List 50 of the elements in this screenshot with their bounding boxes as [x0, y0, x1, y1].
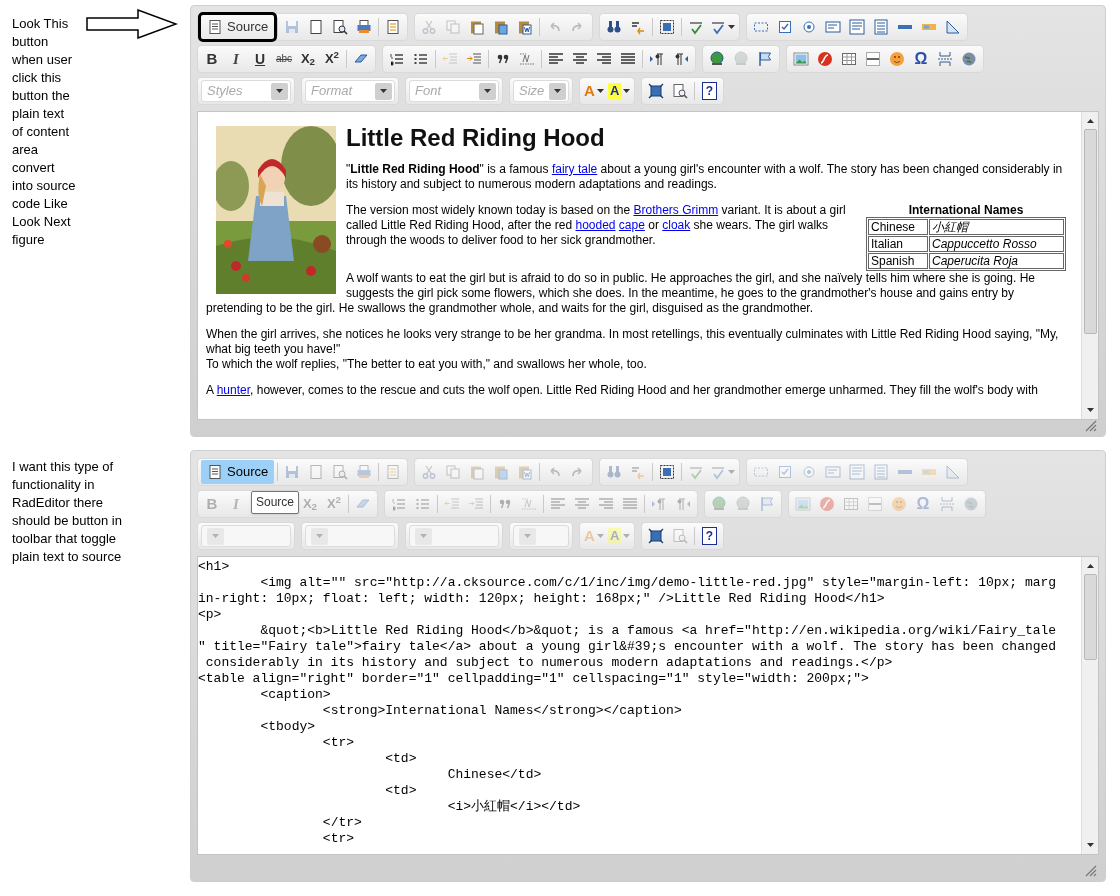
source-line: </tr> [321, 815, 362, 831]
table-caption: International Names [907, 203, 1025, 217]
table-cell: Cappuccetto Rosso [929, 236, 1064, 252]
source-line: Chinese</td> [446, 767, 542, 783]
source-line: <td> [384, 783, 417, 799]
paragraph: When the girl arrives, she notices he looks very strange to be her grandma. In most retellings, this eventually culminates with Little Red Riding Hood saying, "My, what big teeth you have!" To which the wolf replies, "The better to eat you with," and swallows her whole, too. [206, 327, 1059, 371]
source-line: <table align="right" border="1" cellpadding="1" cellspacing="1" style="width: 200px;"> [198, 671, 869, 687]
table-cell: 小紅帽 [929, 219, 1064, 235]
source-line: " title="Fairy tale">fairy tale</a> about a young girl&#39;s encounter with a wolf. The story has been changed [198, 639, 1057, 655]
link[interactable]: fairy tale [551, 162, 598, 176]
paragraph: A wolf wants to eat the girl but is afraid to do so in public. He approaches the girl, and she naïvely tells him where she is going. He suggests the girl pick some flowers, which she does. In the meantime, he goes to the grandmother's house and gains entry by pretending to be the girl. He swallows the grandmother whole, and waits for the girl, disguised as the grandmother. [206, 271, 1036, 315]
paragraph: The version most widely known today is based on the Brothers Grimm variant. It is about a girl called Little Red Riding Hood, after the red hooded cape or cloak she wears. The girl walks through the woods to deliver food to her sick grandmother. [346, 203, 846, 247]
superscript-button[interactable]: X$^{2}$ [321, 48, 343, 70]
link[interactable]: hunter [216, 383, 251, 397]
source-button[interactable]: Source [201, 15, 275, 39]
tooltip: Source [251, 491, 300, 514]
bold-button[interactable]: B [201, 48, 223, 70]
link[interactable]: Brothers Grimm [633, 203, 719, 217]
source-line: <img alt="" src="http://a.cksource.com/c/1/inc/img/demo-little-red.jpg" style="margin-left: 10px; marg [259, 575, 1057, 591]
special-character-button[interactable]: Ω [910, 48, 932, 70]
source-line: in-right: 10px; float: left; width: 120px; height: 168px;" />Little Red Riding Hood</h1> [198, 591, 885, 607]
page-heading: Little Red Riding Hood [345, 124, 606, 152]
italic-button[interactable]: I [225, 48, 247, 70]
link[interactable]: cloak [662, 218, 691, 232]
source-line: <strong>International Names</strong></caption> [321, 703, 682, 719]
link[interactable]: hooded [575, 218, 616, 232]
source-line: <h1> [198, 559, 230, 575]
link[interactable]: cape [618, 218, 645, 232]
subscript-button[interactable]: X$_{2}$ [297, 48, 319, 70]
source-line: <i>小紅帽</i></td> [446, 799, 581, 815]
paragraph: A hunter, however, comes to the rescue and cuts the wolf open. Little Red Riding Hood and her grandmother emerge unharmed. They fill the wolf's body with [206, 383, 1038, 397]
paragraph: "Little Red Riding Hood" is a famous fairy tale about a young girl's encounter with a wolf. The story has been changed considerably in its history and subject to numerous modern adaptations and readings. [346, 162, 1063, 191]
source-line: <tbody> [259, 719, 316, 735]
annotation-note: Look This button when user click this button the plain text of content area convert into source code Like Look Next figure [12, 15, 77, 249]
annotation-note: I want this type of functionality in RadEditor there should be button in toolbar that toggle plain text to source [12, 458, 123, 566]
strikethrough-button[interactable]: abc [273, 48, 295, 70]
table-cell: Caperucita Roja [929, 253, 1064, 269]
source-line: <caption> [259, 687, 331, 703]
source-line: <p> [198, 607, 222, 623]
highlight-color-button[interactable]: A [607, 80, 632, 102]
underline-button[interactable]: U [249, 48, 271, 70]
table-cell: Spanish [868, 253, 928, 269]
source-line: <tr> [321, 831, 355, 847]
source-line: considerably in its history and subject to numerous modern adaptations and readings.</p> [204, 655, 893, 671]
table-cell: Italian [868, 236, 928, 252]
table-cell: Chinese [868, 219, 928, 235]
source-line: &quot;<b>Little Red Riding Hood</b>&quot; is a famous <a href="http://en.wikipedia.org/wiki/Fairy_tale [259, 623, 1057, 639]
source-line: <tr> [321, 735, 355, 751]
source-button[interactable]: Source [201, 460, 275, 484]
source-line: <td> [384, 751, 417, 767]
